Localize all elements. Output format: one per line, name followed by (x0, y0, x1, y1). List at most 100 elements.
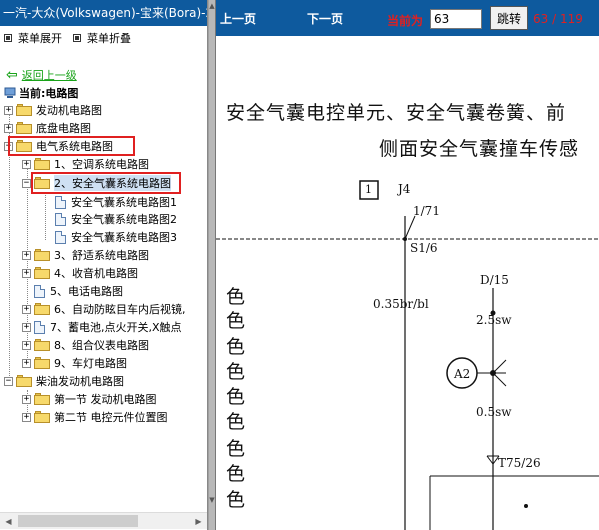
expand-toggle-icon[interactable]: + (22, 250, 31, 260)
tree-item-engine[interactable]: + 发动机电路图 (4, 101, 102, 119)
expand-toggle-icon[interactable]: + (22, 340, 31, 350)
vertical-scrollbar-thumb[interactable] (209, 0, 215, 530)
tree-item-label: 7、蓄电池,点火开关,X触点 (50, 321, 182, 334)
menu-bar: 菜单展开 菜单折叠 (4, 30, 131, 46)
tree-item-label: 5、电话电路图 (50, 285, 123, 298)
collapse-toggle-icon[interactable]: − (4, 376, 13, 386)
folder-icon (34, 393, 50, 405)
expand-toggle-icon[interactable]: + (22, 268, 31, 278)
scroll-right-icon[interactable]: ▶ (190, 513, 207, 530)
collapse-toggle-icon[interactable]: − (22, 178, 31, 188)
scroll-up-icon[interactable]: ▲ (208, 2, 216, 10)
document-icon (34, 284, 45, 298)
horizontal-scrollbar[interactable]: ◀ ▶ (0, 512, 207, 529)
document-icon (55, 212, 66, 226)
back-link[interactable]: ⇦ 返回上一级 (6, 67, 77, 83)
menu-collapse-label: 菜单折叠 (87, 32, 131, 45)
folder-icon (34, 249, 50, 261)
tree-item-radio[interactable]: + 4、收音机电路图 (22, 264, 138, 282)
diagram-label-s1: S1/6 (410, 241, 438, 255)
tree-item-label: 第二节 电控元件位置图 (54, 411, 168, 424)
wiring-diagram: 安全气囊电控单元、安全气囊卷簧、前 侧面安全气囊撞车传感 1 J4 1/71 S… (216, 36, 599, 530)
folder-icon (34, 158, 50, 170)
tree-item-airbag[interactable]: − 2、安全气囊系统电路图 (22, 174, 171, 192)
current-path: 当前:电路图 (4, 85, 78, 101)
tree-item-airbag-1[interactable]: 安全气囊系统电路图1 (55, 193, 177, 211)
menu-collapse-button[interactable]: 菜单折叠 (73, 30, 131, 46)
tree-item-battery[interactable]: + 7、蓄电池,点火开关,X触点 (22, 318, 182, 336)
expand-icon (4, 34, 12, 42)
tree-item-ac[interactable]: + 1、空调系统电路图 (22, 155, 149, 173)
color-char: 色 (226, 411, 246, 433)
pane-splitter[interactable]: ▲ ▼ (207, 0, 216, 530)
tree-item-label: 安全气囊系统电路图2 (71, 213, 177, 226)
tree-item-chassis[interactable]: + 底盘电路图 (4, 119, 91, 137)
scroll-down-icon[interactable]: ▼ (208, 496, 216, 504)
computer-icon (4, 87, 16, 98)
expand-toggle-icon[interactable]: + (4, 123, 13, 133)
expand-toggle-icon[interactable]: + (22, 304, 31, 314)
tree-item-mirror[interactable]: + 6、自动防眩目车内后视镜, (22, 300, 186, 318)
tree-item-electrical[interactable]: − 电气系统电路图 (4, 137, 113, 155)
tree-item-diesel-components[interactable]: + 第二节 电控元件位置图 (22, 408, 168, 426)
tree-item-label: 6、自动防眩目车内后视镜, (54, 303, 186, 316)
tree-item-label: 安全气囊系统电路图3 (71, 231, 177, 244)
scrollbar-thumb[interactable] (18, 515, 138, 527)
tree-item-diesel-engine[interactable]: + 第一节 发动机电路图 (22, 390, 157, 408)
color-char: 色 (226, 361, 246, 383)
tree-item-lights[interactable]: + 9、车灯电路图 (22, 354, 127, 372)
expand-toggle-icon[interactable]: + (22, 358, 31, 368)
tree-item-label: 柴油发动机电路图 (36, 375, 124, 388)
diagram-label-a2: A2 (454, 367, 471, 381)
folder-icon (16, 122, 32, 134)
folder-icon (34, 411, 50, 423)
folder-icon (34, 267, 50, 279)
viewer-toolbar: 上一页 下一页 当前为 跳转 63 / 119 (216, 0, 599, 36)
tree-item-comfort[interactable]: + 3、舒适系统电路图 (22, 246, 149, 264)
diagram-label-d15: D/15 (480, 273, 509, 287)
expand-toggle-icon[interactable]: + (22, 394, 31, 404)
diagram-label-j4: J4 (398, 182, 411, 196)
back-arrow-icon: ⇦ (6, 67, 18, 83)
folder-icon (34, 303, 50, 315)
jump-button[interactable]: 跳转 (490, 6, 528, 30)
folder-icon (34, 339, 50, 351)
tree-item-diesel[interactable]: − 柴油发动机电路图 (4, 372, 124, 390)
collapse-toggle-icon[interactable]: − (4, 141, 13, 151)
page-number-input[interactable] (430, 9, 482, 29)
color-char: 色 (226, 310, 246, 332)
tree-item-label: 8、组合仪表电路图 (54, 339, 149, 352)
diagram-lines (216, 180, 599, 530)
tree-item-label: 1、空调系统电路图 (54, 158, 149, 171)
tree-item-airbag-2[interactable]: 安全气囊系统电路图2 (55, 210, 177, 228)
diagram-label-wire2: 2.5sw (476, 313, 512, 327)
folder-icon (16, 104, 32, 116)
prev-page-button[interactable]: 上一页 (220, 10, 256, 27)
folder-icon (34, 357, 50, 369)
document-icon (55, 195, 66, 209)
diagram-box-label: 1 (365, 183, 372, 196)
tree-item-cluster[interactable]: + 8、组合仪表电路图 (22, 336, 149, 354)
tree-item-label: 2、安全气囊系统电路图 (54, 175, 171, 191)
diagram-label-wire1: 0.35br/bl (373, 297, 429, 311)
back-link-label: 返回上一级 (21, 69, 77, 82)
next-page-button[interactable]: 下一页 (307, 10, 343, 27)
expand-toggle-icon[interactable]: + (22, 322, 31, 332)
color-char: 色 (226, 463, 246, 485)
folder-open-icon (16, 375, 32, 387)
tree-item-label: 底盘电路图 (36, 122, 91, 135)
expand-toggle-icon[interactable]: + (22, 412, 31, 422)
scroll-left-icon[interactable]: ◀ (0, 513, 17, 530)
diagram-label-j4-sub: 1/71 (413, 204, 440, 218)
tree-item-airbag-3[interactable]: 安全气囊系统电路图3 (55, 228, 177, 246)
tree-item-phone[interactable]: 5、电话电路图 (34, 282, 123, 300)
expand-toggle-icon[interactable]: + (4, 105, 13, 115)
window-title: 一汽-大众(Volkswagen)-宝来(Bora)-2 (0, 0, 207, 26)
tree-item-label: 4、收音机电路图 (54, 267, 138, 280)
current-page-label: 当前为 (387, 14, 424, 28)
menu-expand-button[interactable]: 菜单展开 (4, 30, 62, 46)
expand-toggle-icon[interactable]: + (22, 159, 31, 169)
collapse-icon (73, 34, 81, 42)
folder-open-icon (34, 177, 50, 189)
menu-expand-label: 菜单展开 (18, 32, 62, 45)
